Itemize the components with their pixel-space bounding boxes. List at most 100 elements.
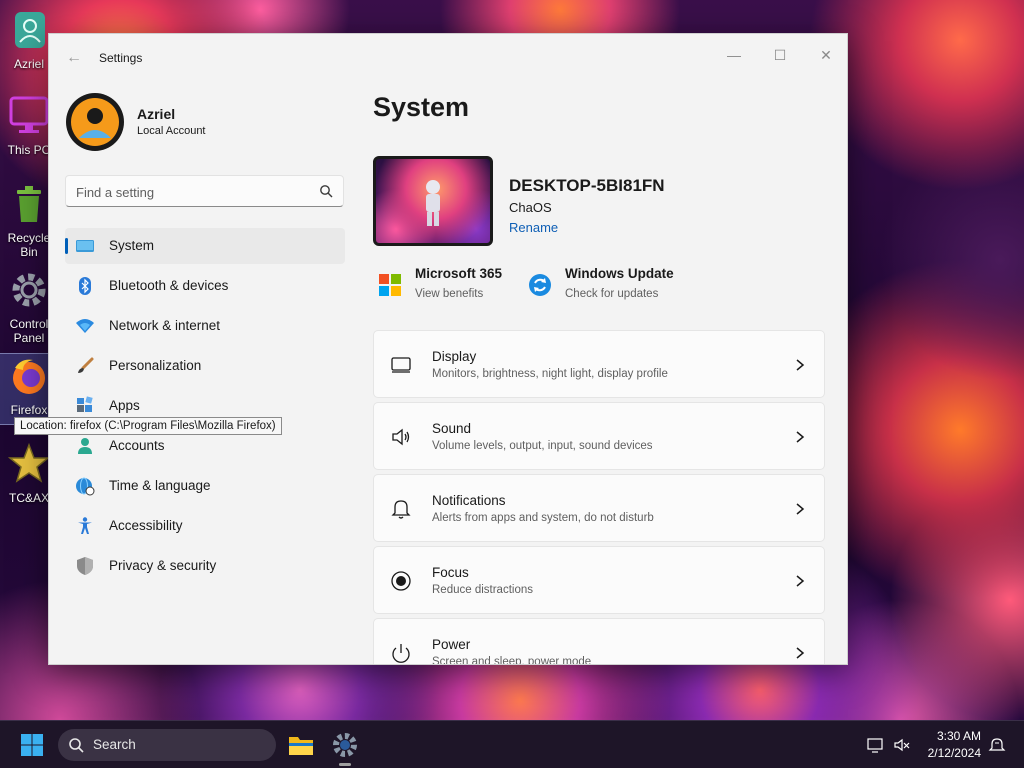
desktop-icon-label: Azriel: [13, 57, 44, 71]
network-tray-icon[interactable]: [867, 736, 885, 754]
volume-muted-tray-icon[interactable]: [893, 736, 911, 754]
file-explorer-icon[interactable]: [287, 731, 315, 759]
sidebar-item-label: Privacy & security: [109, 558, 217, 573]
sidebar-item-system[interactable]: System: [65, 228, 345, 264]
sidebar-item-label: Bluetooth & devices: [109, 278, 229, 293]
find-setting-search[interactable]: [65, 175, 344, 207]
search-input[interactable]: [76, 183, 306, 201]
device-os: ChaOS: [509, 200, 552, 215]
notification-center-icon[interactable]: [988, 736, 1006, 754]
windows-start-icon[interactable]: [20, 733, 44, 757]
settings-window: ← Settings — ☐ ✕ Azriel Local Account Sy…: [48, 33, 848, 665]
sound-card[interactable]: Sound Volume levels, output, input, soun…: [373, 402, 825, 470]
maximize-button[interactable]: ☐: [757, 40, 803, 70]
windows-update-tile[interactable]: Windows Update Check for updates: [527, 266, 687, 306]
display-card[interactable]: Display Monitors, brightness, night ligh…: [373, 330, 825, 398]
star-icon: [7, 442, 51, 483]
card-title: Notifications: [432, 493, 506, 508]
active-app-indicator: [339, 763, 351, 766]
quick-subtitle: View benefits: [415, 288, 484, 300]
chevron-right-icon: [796, 431, 805, 443]
account-type: Local Account: [137, 125, 206, 137]
bell-icon: [391, 500, 411, 519]
card-subtitle: Alerts from apps and system, do not dist…: [432, 512, 654, 524]
title-bar[interactable]: ← Settings — ☐ ✕: [49, 34, 847, 82]
card-subtitle: Monitors, brightness, night light, displ…: [432, 368, 668, 380]
search-icon: [69, 738, 84, 753]
rename-link[interactable]: Rename: [509, 220, 558, 235]
desktop-icon-label: Recycle Bin: [7, 231, 51, 259]
settings-gear-icon[interactable]: [331, 731, 359, 759]
back-arrow-icon[interactable]: ←: [63, 49, 85, 67]
device-name: DESKTOP-5BI81FN: [509, 176, 665, 195]
apps-icon: [77, 396, 93, 412]
firefox-icon: [13, 359, 45, 394]
profile-name: Azriel: [137, 106, 176, 122]
device-wallpaper-thumbnail: [373, 156, 493, 246]
chevron-right-icon: [796, 503, 805, 515]
astronaut-image: [426, 180, 440, 226]
focus-icon: [391, 571, 411, 591]
sidebar-nav: System Bluetooth & devices Network & int…: [65, 228, 345, 588]
close-button[interactable]: ✕: [803, 40, 847, 70]
speaker-icon: [392, 428, 410, 446]
page-title: System: [373, 92, 470, 122]
desktop-icon-label: TC&AX: [8, 491, 49, 505]
taskbar-search-label: Search: [93, 737, 136, 752]
minimize-button[interactable]: —: [711, 40, 757, 70]
search-icon[interactable]: [319, 184, 333, 198]
wifi-icon: [76, 319, 94, 333]
quick-title: Windows Update: [565, 266, 674, 281]
user-folder-icon: [15, 12, 45, 48]
sidebar-item-label: Network & internet: [109, 318, 221, 333]
system-icon: [76, 240, 94, 252]
chevron-right-icon: [796, 359, 805, 371]
sidebar-item-label: Apps: [109, 398, 140, 413]
settings-list: Display Monitors, brightness, night ligh…: [373, 330, 825, 665]
card-subtitle: Reduce distractions: [432, 584, 533, 596]
window-title: Settings: [99, 51, 143, 65]
card-title: Display: [432, 349, 477, 364]
sidebar-item-bluetooth[interactable]: Bluetooth & devices: [65, 268, 345, 304]
desktop-icon-label: This PC: [7, 143, 51, 157]
display-icon: [391, 357, 411, 373]
sidebar-item-privacy-security[interactable]: Privacy & security: [65, 548, 345, 584]
desktop-icon-label: Control Panel: [9, 317, 49, 345]
sidebar-item-label: Accounts: [109, 438, 165, 453]
notifications-card[interactable]: Notifications Alerts from apps and syste…: [373, 474, 825, 542]
quick-title: Microsoft 365: [415, 266, 503, 281]
firefox-location-tooltip: Location: firefox (C:\Program Files\Mozi…: [14, 417, 282, 435]
windows-update-icon: [529, 274, 551, 296]
gear-icon: [12, 273, 46, 307]
power-icon: [392, 644, 410, 663]
card-title: Power: [432, 637, 471, 652]
power-card[interactable]: Power Screen and sleep, power mode: [373, 618, 825, 665]
avatar[interactable]: [65, 92, 125, 152]
taskbar-date[interactable]: 2/12/2024: [928, 746, 981, 760]
accounts-icon: [78, 438, 92, 454]
microsoft-365-tile[interactable]: Microsoft 365 View benefits: [377, 266, 517, 306]
sidebar-item-label: Time & language: [109, 478, 211, 493]
monitor-icon: [9, 96, 49, 133]
taskbar-time[interactable]: 3:30 AM: [937, 729, 981, 743]
sidebar-item-label: System: [109, 238, 155, 253]
chevron-right-icon: [796, 575, 805, 587]
sidebar-item-label: Personalization: [109, 358, 202, 373]
quick-subtitle: Check for updates: [565, 288, 659, 300]
taskbar: Search 3:30 AM 2/12/2024: [0, 720, 1024, 768]
card-title: Sound: [432, 421, 472, 436]
sidebar-item-accessibility[interactable]: Accessibility: [65, 508, 345, 544]
accessibility-icon: [78, 517, 92, 534]
sidebar-item-personalization[interactable]: Personalization: [65, 348, 345, 384]
sidebar-item-time-language[interactable]: Time & language: [65, 468, 345, 504]
card-subtitle: Volume levels, output, input, sound devi…: [432, 440, 653, 452]
globe-clock-icon: [76, 477, 95, 496]
card-subtitle: Screen and sleep, power mode: [432, 656, 592, 665]
taskbar-search[interactable]: Search: [58, 729, 276, 761]
sidebar-item-network[interactable]: Network & internet: [65, 308, 345, 344]
bluetooth-icon: [79, 277, 91, 295]
recycle-bin-icon: [17, 186, 41, 222]
focus-card[interactable]: Focus Reduce distractions: [373, 546, 825, 614]
shield-icon: [77, 557, 93, 575]
chevron-right-icon: [796, 647, 805, 659]
